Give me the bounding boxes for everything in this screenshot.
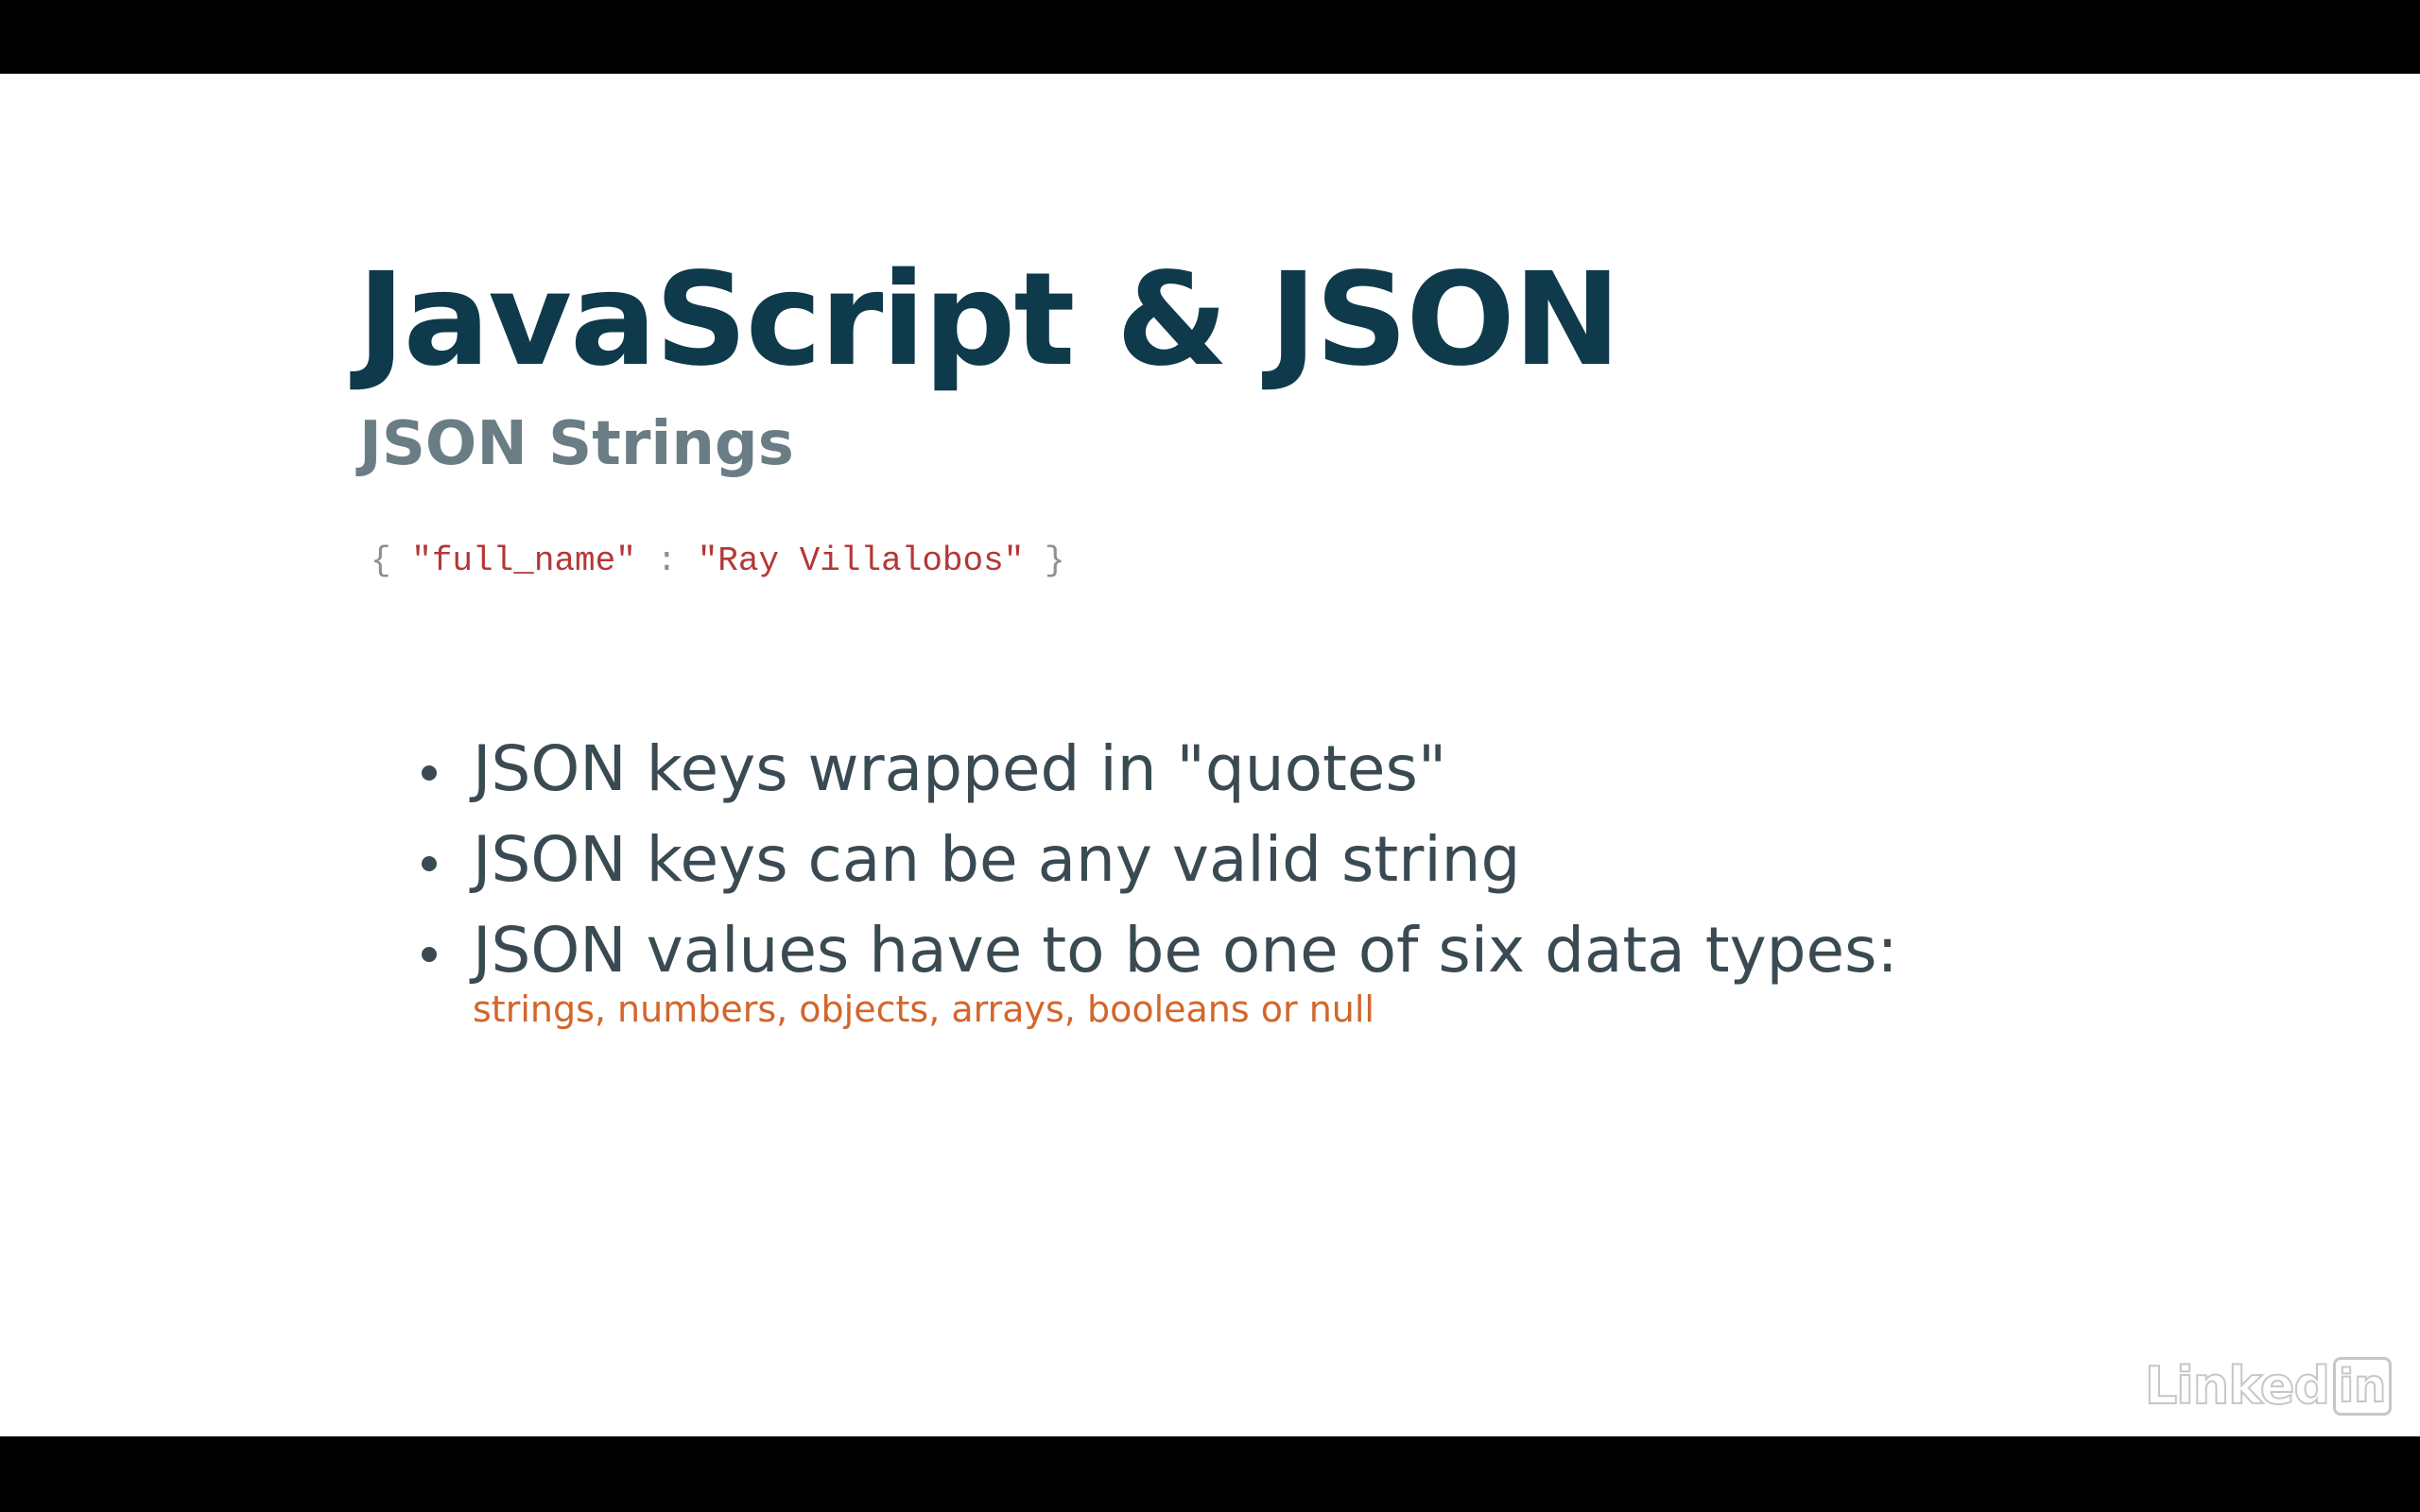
bullet-item: JSON keys can be any valid string (416, 815, 1898, 905)
slide: JavaScript & JSON JSON Strings { "full_n… (0, 74, 2420, 1436)
bullet-dot-icon (422, 856, 437, 871)
code-example: { "full_name" : "Ray Villalobos" } (371, 544, 1065, 578)
bullet-text: JSON keys can be any valid string (473, 823, 1521, 896)
bullet-note: strings, numbers, objects, arrays, boole… (473, 988, 1374, 1030)
slide-subtitle: JSON Strings (359, 409, 794, 479)
code-colon: : (656, 541, 678, 580)
watermark-text: Linked (2144, 1355, 2331, 1417)
bullet-dot-icon (422, 947, 437, 962)
code-key: "full_name" (411, 541, 636, 580)
bullet-item: JSON keys wrapped in "quotes" (416, 724, 1898, 815)
bullet-dot-icon (422, 765, 437, 781)
code-close-brace: } (1044, 541, 1065, 580)
bullet-text: JSON values have to be one of six data t… (473, 914, 1898, 987)
bullet-list: JSON keys wrapped in "quotes" JSON keys … (416, 724, 1898, 1028)
slide-title: JavaScript & JSON (357, 246, 1621, 395)
video-player[interactable]: JavaScript & JSON JSON Strings { "full_n… (0, 0, 2420, 1512)
code-open-brace: { (371, 541, 391, 580)
linkedin-logo-icon: in (2333, 1356, 2392, 1416)
code-value: "Ray Villalobos" (697, 541, 1025, 580)
bullet-item: JSON values have to be one of six data t… (416, 905, 1898, 1028)
linkedin-watermark: Linked in (2144, 1355, 2392, 1417)
bullet-text: JSON keys wrapped in "quotes" (473, 732, 1447, 805)
